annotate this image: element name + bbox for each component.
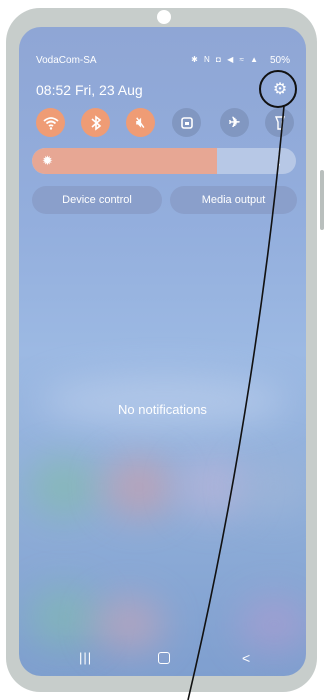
callout-line bbox=[187, 105, 285, 700]
